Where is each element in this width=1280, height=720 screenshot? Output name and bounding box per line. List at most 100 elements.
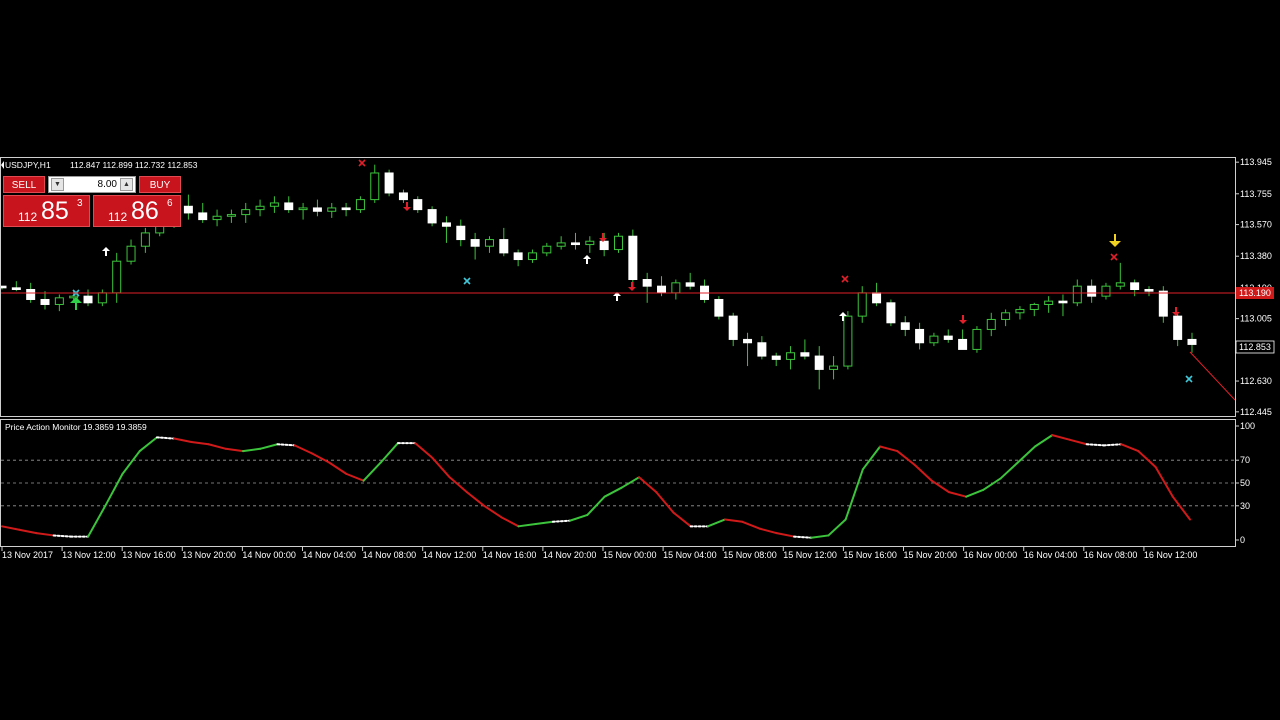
oscillator-segment — [672, 511, 692, 528]
candle — [370, 164, 380, 203]
candle-body — [1187, 338, 1197, 345]
oscillator-segment — [603, 486, 623, 498]
candle-body — [11, 287, 21, 290]
oscillator-segment — [448, 476, 468, 494]
buy-button[interactable]: BUY — [139, 176, 181, 193]
candle-body — [341, 207, 351, 211]
indicator-panel-frame — [0, 419, 1236, 547]
oscillator-segment — [138, 436, 158, 453]
candle-body — [198, 212, 208, 221]
candle-body — [671, 282, 681, 294]
one-click-trading-panel: SELL ▼ ▲ BUY 112 85 3 112 86 6 — [3, 176, 181, 228]
candle-body — [413, 199, 423, 211]
candle-body — [40, 298, 50, 305]
candle-body — [599, 240, 609, 251]
candle — [671, 279, 681, 300]
candle-body — [126, 245, 136, 262]
candle — [1187, 332, 1197, 353]
candle — [470, 232, 480, 260]
candle — [298, 202, 308, 220]
time-label: 15 Nov 16:00 — [843, 550, 897, 560]
candle-body — [900, 322, 910, 330]
candle-body — [972, 328, 982, 350]
sell-button[interactable]: SELL — [3, 176, 45, 193]
oscillator-segment — [242, 447, 262, 453]
collapse-arrow-icon[interactable] — [1, 161, 4, 169]
candle — [513, 249, 523, 267]
candle — [97, 289, 107, 307]
candle — [527, 249, 537, 263]
oscillator-segment — [1085, 443, 1105, 447]
sell-price-quote[interactable]: 112 85 3 — [3, 195, 90, 227]
down-arrow-icon-shaft — [962, 315, 964, 320]
candle — [542, 242, 552, 257]
candle-body — [255, 205, 265, 211]
candle-body — [757, 342, 767, 357]
candle-body — [1144, 288, 1154, 292]
oscillator-segment — [1137, 450, 1157, 469]
time-label: 15 Nov 12:00 — [783, 550, 837, 560]
oscillator-segment — [224, 447, 245, 453]
candle-body — [1130, 282, 1140, 290]
candle — [872, 282, 882, 307]
time-label: 15 Nov 00:00 — [603, 550, 657, 560]
candle — [743, 332, 753, 367]
lot-decrease-button[interactable]: ▼ — [51, 178, 64, 191]
oscillator-segment — [913, 463, 933, 482]
candle-body — [1001, 312, 1011, 320]
candle-body — [312, 207, 322, 212]
candle-body — [370, 172, 380, 201]
chart-symbol-title: USDJPY,H1 — [5, 160, 51, 170]
candle-body — [585, 240, 595, 246]
oscillator-segment — [947, 491, 968, 498]
oscillator-segment — [758, 527, 778, 535]
time-label: 15 Nov 20:00 — [904, 550, 958, 560]
lot-size-input[interactable] — [67, 178, 117, 191]
oscillator-segment — [1016, 445, 1037, 464]
candle — [1001, 309, 1011, 327]
down-arrow-icon — [403, 202, 411, 211]
candle-body — [499, 239, 509, 254]
candle — [284, 196, 294, 213]
oscillator-segment — [1, 525, 21, 531]
candle-body — [929, 335, 939, 344]
time-label: 16 Nov 00:00 — [964, 550, 1018, 560]
buy-price-prefix: 112 — [108, 210, 128, 224]
time-label: 14 Nov 00:00 — [242, 550, 296, 560]
candle — [614, 232, 624, 253]
down-arrow-icon — [628, 282, 636, 291]
up-arrow-icon-shaft — [842, 316, 844, 321]
oscillator-segment — [793, 535, 813, 539]
oscillator-segment — [569, 513, 589, 522]
candle — [484, 236, 494, 253]
time-label: 13 Nov 20:00 — [182, 550, 236, 560]
candle-body — [943, 335, 953, 340]
oscillator-segment — [1171, 495, 1191, 521]
lot-increase-button[interactable]: ▲ — [120, 178, 133, 191]
candle — [829, 356, 839, 380]
candle — [413, 196, 423, 213]
candle — [857, 286, 867, 323]
buy-price-quote[interactable]: 112 86 6 — [93, 195, 181, 227]
candle — [255, 199, 265, 217]
candle-body — [26, 288, 36, 300]
candle-body — [97, 292, 107, 304]
sell-arrow-icon-shaft — [1114, 234, 1116, 241]
candle-body — [556, 242, 566, 247]
oscillator-segment — [104, 472, 124, 507]
down-arrow-icon — [599, 233, 607, 242]
down-arrow-icon-shaft — [631, 282, 633, 287]
candle-body — [1058, 300, 1068, 304]
oscillator-segment — [930, 479, 950, 494]
candle — [54, 294, 64, 312]
candle — [11, 281, 21, 292]
oscillator-segment — [861, 445, 882, 471]
sell-cross-icon — [358, 159, 366, 167]
oscillator-segment — [724, 518, 744, 523]
candle — [786, 346, 796, 370]
down-arrow-icon-shaft — [406, 202, 408, 207]
oscillator-segment — [638, 476, 658, 494]
oscillator-segment — [362, 461, 382, 482]
candle — [1087, 279, 1097, 303]
price-tick-label: 113.380 — [1240, 251, 1272, 261]
